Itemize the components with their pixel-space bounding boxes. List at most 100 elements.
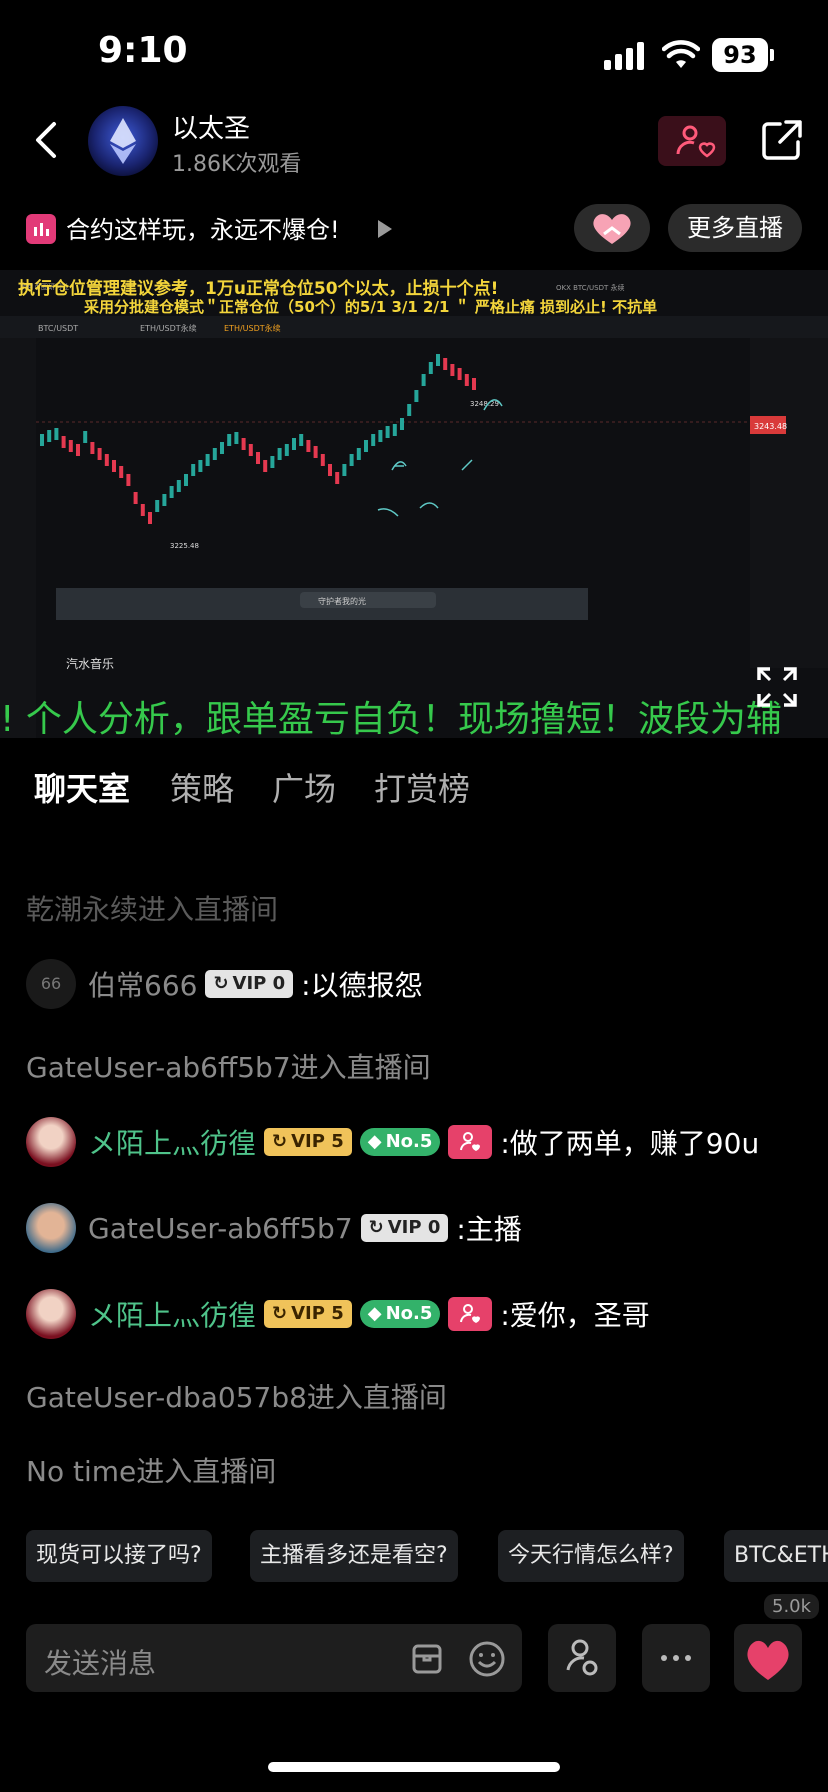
chat-message: GateUser-ab6ff5b7 ↻ VIP 0 :主播 <box>26 1202 522 1254</box>
chat-text: :以德报怨 <box>301 969 423 1002</box>
decorative-candle <box>414 390 419 402</box>
vip-badge: ↻ VIP 5 <box>264 1128 352 1156</box>
streamer-name[interactable]: 以太圣 <box>172 108 250 145</box>
like-button[interactable] <box>734 1624 802 1692</box>
diamond-icon: ◆ <box>367 1131 382 1152</box>
user-avatar[interactable] <box>26 1289 76 1339</box>
tab-strategy[interactable]: 策略 <box>170 764 234 810</box>
tab-tip-board[interactable]: 打赏榜 <box>374 764 470 810</box>
decorative-candle <box>169 486 174 498</box>
user-avatar[interactable] <box>26 1117 76 1167</box>
decorative-candle <box>126 474 131 486</box>
streamer-avatar[interactable] <box>88 106 158 176</box>
decorative-candle <box>119 466 124 478</box>
quick-reply-chip[interactable]: BTC&ETH <box>724 1530 828 1582</box>
decorative-candle <box>400 418 404 430</box>
decorative-candle <box>349 454 354 466</box>
tab-chat-room[interactable]: 聊天室 <box>34 764 130 810</box>
back-arrow-icon[interactable] <box>30 120 66 160</box>
decorative-candle <box>436 354 440 366</box>
chart-tab-2: ETH/USDT永续 <box>140 323 197 333</box>
decorative-candle <box>191 464 196 476</box>
decorative-candle <box>83 431 88 443</box>
chat-message: メ陌上灬彷徨 ↻ VIP 5 ◆ No.5 :做了两单，赚了90u <box>26 1116 759 1168</box>
gift-button[interactable] <box>574 204 650 252</box>
tab-square[interactable]: 广场 <box>272 764 336 810</box>
user-avatar[interactable]: 66 <box>26 959 76 1009</box>
video-ticker-text: ! 个人分析，跟单盈亏自负！现场撸短！波段为辅 <box>0 699 782 740</box>
decorative-candle <box>443 358 448 370</box>
chat-username[interactable]: 伯常666 <box>88 964 197 1004</box>
more-options-button[interactable] <box>642 1624 710 1692</box>
chat-message: メ陌上灬彷徨 ↻ VIP 5 ◆ No.5 :爱你，圣哥 <box>26 1288 650 1340</box>
play-icon[interactable] <box>378 220 392 238</box>
emoji-icon[interactable] <box>468 1640 506 1678</box>
vip-icon: ↻ <box>213 973 229 994</box>
vip-badge: ↻ VIP 0 <box>205 970 294 998</box>
decorative-candle <box>364 440 368 452</box>
decorative-candle <box>104 454 109 466</box>
quick-reply-chip[interactable]: 主播看多还是看空? <box>250 1530 458 1582</box>
like-count: 5.0k <box>764 1594 820 1619</box>
decorative-candle <box>328 464 332 476</box>
rank-badge: ◆ No.5 <box>359 1300 441 1328</box>
decorative-candle <box>371 434 376 446</box>
chat-message: 66 伯常666 ↻ VIP 0 :以德报怨 <box>26 958 423 1010</box>
decorative-candle <box>97 448 102 460</box>
bar-chart-icon <box>26 214 56 244</box>
cellular-signal-icon <box>604 42 644 70</box>
more-live-button[interactable]: 更多直播 <box>668 204 802 252</box>
vip-badge: ↻ VIP 5 <box>264 1300 352 1328</box>
decorative-candle <box>54 428 59 440</box>
follow-user-icon <box>676 125 716 158</box>
chat-text: :爱你，圣哥 <box>500 1299 650 1332</box>
message-input-placeholder[interactable]: 发送消息 <box>44 1642 156 1682</box>
decorative-candle <box>292 438 296 450</box>
decorative-candle <box>234 432 239 444</box>
decorative-candle <box>205 454 210 466</box>
current-price-label: 3243.48 <box>754 422 787 431</box>
system-message: GateUser-dba057b8进入直播间 <box>26 1381 447 1414</box>
fullscreen-icon[interactable] <box>756 666 798 708</box>
live-video-player[interactable]: 3243.48 3248.29 3225.48 BTC/USDT ETH/USD… <box>0 270 828 738</box>
chat-username[interactable]: メ陌上灬彷徨 <box>88 1122 256 1162</box>
status-time: 9:10 <box>98 30 188 71</box>
decorative-candle <box>313 446 318 458</box>
stream-window-title: 守护者我的光 <box>318 596 366 606</box>
quick-reply-chip[interactable]: 现货可以接了吗? <box>26 1530 212 1582</box>
share-icon[interactable] <box>760 118 804 162</box>
decorative-candle <box>392 424 397 436</box>
battery-level: 93 <box>712 38 768 72</box>
decorative-candle <box>198 460 203 472</box>
chat-username[interactable]: メ陌上灬彷徨 <box>88 1294 256 1334</box>
quick-reply-chip[interactable]: 今天行情怎么样? <box>498 1530 684 1582</box>
promo-title[interactable]: 合约这样玩，永远不爆仓! <box>66 210 340 245</box>
decorative-candle <box>76 444 80 456</box>
decorative-candle <box>472 378 476 390</box>
low-price-label: 3225.48 <box>170 542 199 550</box>
decorative-candle <box>320 454 325 466</box>
decorative-candle <box>421 374 426 386</box>
decorative-candle <box>284 444 289 456</box>
battery-nub <box>770 49 774 61</box>
decorative-candle <box>162 494 167 506</box>
vip-icon: ↻ <box>272 1303 288 1324</box>
decorative-candle <box>40 434 44 446</box>
decorative-candle <box>248 444 253 456</box>
decorative-candle <box>212 448 217 460</box>
chart-tab-1: BTC/USDT <box>38 324 78 333</box>
decorative-candle <box>256 452 260 464</box>
decorative-candle <box>184 474 188 486</box>
chat-username[interactable]: GateUser-ab6ff5b7 <box>88 1212 353 1245</box>
decorative-candle <box>148 512 152 524</box>
follow-button[interactable] <box>658 116 726 166</box>
home-indicator[interactable] <box>268 1762 560 1772</box>
ethereum-logo-icon <box>110 118 136 164</box>
user-avatar[interactable] <box>26 1203 76 1253</box>
user-settings-button[interactable] <box>548 1624 616 1692</box>
rank-badge: ◆ No.5 <box>359 1128 441 1156</box>
box-icon[interactable] <box>410 1642 444 1676</box>
user-gear-icon <box>566 1639 598 1676</box>
video-caption-line2: 采用分批建仓模式＂正常仓位（50个）的5/1 3/1 2/1 ＂ 严格止痛 损到… <box>84 298 658 316</box>
decorative-candle <box>335 472 340 484</box>
